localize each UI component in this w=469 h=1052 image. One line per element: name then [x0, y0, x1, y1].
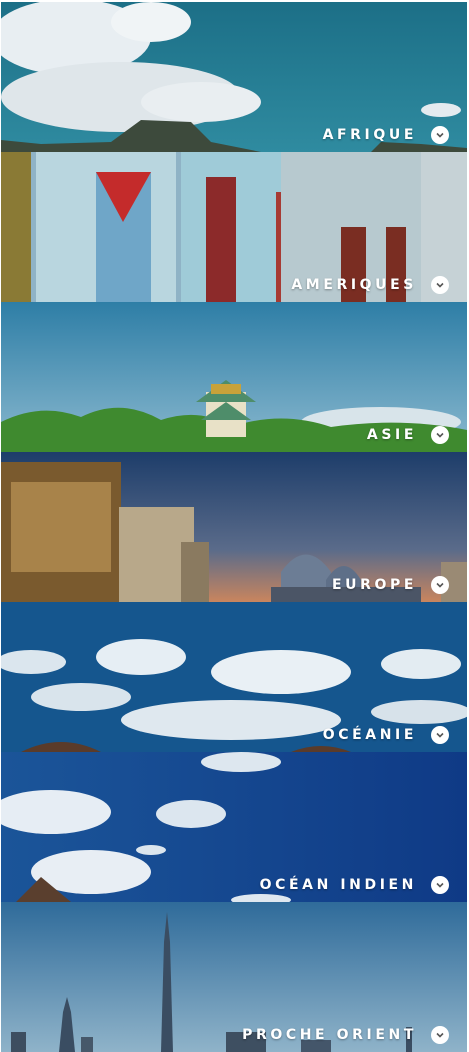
region-ocean-indien[interactable]: OCÉAN INDIEN [1, 752, 467, 902]
destination-list: AFRIQUE AMERIQUES ASIE EUROPE OCÉANIE OC… [1, 2, 467, 1052]
region-europe[interactable]: EUROPE [1, 452, 467, 602]
chevron-down-icon[interactable] [431, 726, 449, 744]
region-proche-orient[interactable]: PROCHE ORIENT [1, 902, 467, 1052]
chevron-down-icon[interactable] [431, 126, 449, 144]
region-label: AMERIQUES [291, 277, 417, 293]
region-asie[interactable]: ASIE [1, 302, 467, 452]
region-ameriques[interactable]: AMERIQUES [1, 152, 467, 302]
region-label: ASIE [366, 427, 417, 443]
region-oceanie[interactable]: OCÉANIE [1, 602, 467, 752]
region-label: OCÉANIE [322, 727, 417, 743]
region-afrique[interactable]: AFRIQUE [1, 2, 467, 152]
chevron-down-icon[interactable] [431, 876, 449, 894]
region-label: PROCHE ORIENT [242, 1027, 417, 1043]
chevron-down-icon[interactable] [431, 426, 449, 444]
region-label: EUROPE [331, 577, 417, 593]
region-label: AFRIQUE [322, 127, 417, 143]
chevron-down-icon[interactable] [431, 1026, 449, 1044]
chevron-down-icon[interactable] [431, 276, 449, 294]
region-label: OCÉAN INDIEN [259, 877, 417, 893]
chevron-down-icon[interactable] [431, 576, 449, 594]
